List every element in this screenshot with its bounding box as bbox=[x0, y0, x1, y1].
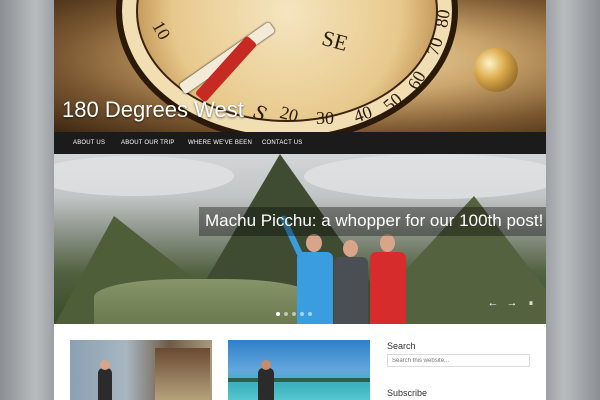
person-head bbox=[261, 360, 271, 370]
slide-caption[interactable]: Machu Picchu: a whopper for our 100th po… bbox=[199, 207, 546, 236]
slider-dot[interactable] bbox=[308, 312, 312, 316]
post-thumbnail[interactable] bbox=[70, 340, 212, 400]
person-head bbox=[100, 360, 110, 370]
subscribe-heading: Subscribe bbox=[387, 388, 428, 398]
nav-item-about-us[interactable]: ABOUT US bbox=[73, 132, 105, 154]
market-stall bbox=[155, 348, 210, 400]
person bbox=[370, 252, 406, 324]
person-head bbox=[380, 234, 395, 252]
nav-item-contact-us[interactable]: CONTACT US bbox=[262, 132, 302, 154]
person-head bbox=[343, 240, 358, 257]
nav-item-about-our-trip[interactable]: ABOUT OUR TRIP bbox=[121, 132, 175, 154]
main-nav: ABOUT US ABOUT OUR TRIP WHERE WE'VE BEEN… bbox=[54, 132, 546, 154]
dial-label: 30 bbox=[316, 108, 334, 128]
brass-ornament bbox=[474, 48, 518, 92]
slider-prev-button[interactable]: ← bbox=[485, 295, 501, 311]
featured-slider[interactable]: Machu Picchu: a whopper for our 100th po… bbox=[54, 154, 546, 324]
slider-pause-button[interactable]: ⏸ bbox=[523, 295, 539, 311]
slider-dot[interactable] bbox=[284, 312, 288, 316]
slider-dot-active[interactable] bbox=[276, 312, 280, 316]
search-heading: Search bbox=[387, 341, 416, 351]
ruins bbox=[94, 279, 314, 324]
person bbox=[98, 368, 112, 400]
horizon bbox=[228, 378, 370, 382]
slider-dot[interactable] bbox=[300, 312, 304, 316]
dial-label: 80 bbox=[431, 7, 454, 30]
header-banner: SE 60 50 40 30 20 S 70 80 10 180 Degrees… bbox=[54, 0, 546, 132]
post-thumbnail[interactable] bbox=[228, 340, 370, 400]
page-container: SE 60 50 40 30 20 S 70 80 10 180 Degrees… bbox=[54, 0, 546, 400]
nav-item-where-weve-been[interactable]: WHERE WE'VE BEEN bbox=[188, 132, 252, 154]
search-input[interactable] bbox=[387, 354, 530, 367]
slider-dot[interactable] bbox=[292, 312, 296, 316]
person bbox=[334, 257, 368, 324]
person bbox=[258, 368, 274, 400]
person-head bbox=[306, 234, 322, 252]
slider-next-button[interactable]: → bbox=[504, 295, 520, 311]
site-title[interactable]: 180 Degrees West bbox=[62, 97, 244, 123]
